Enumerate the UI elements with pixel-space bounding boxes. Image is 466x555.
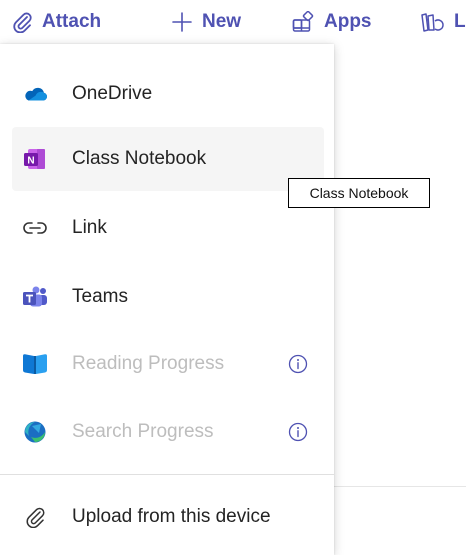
new-label: New bbox=[202, 11, 242, 32]
menu-item-link[interactable]: Link bbox=[12, 196, 324, 260]
assignment-toolbar: Attach New Apps L bbox=[0, 0, 466, 44]
background-divider bbox=[330, 486, 466, 487]
upload-from-device-button[interactable]: Upload from this device bbox=[12, 485, 324, 549]
reading-progress-icon bbox=[22, 351, 48, 377]
menu-item-reading-progress[interactable]: Reading Progress bbox=[12, 332, 324, 396]
menu-item-label: Teams bbox=[72, 286, 128, 307]
attach-button[interactable]: Attach bbox=[12, 9, 101, 35]
info-icon[interactable] bbox=[288, 422, 308, 442]
menu-item-label: OneDrive bbox=[72, 83, 153, 104]
onedrive-icon bbox=[22, 81, 48, 107]
search-progress-icon bbox=[22, 419, 48, 445]
menu-item-teams[interactable]: Teams bbox=[12, 265, 324, 329]
menu-item-label: Class Notebook bbox=[72, 148, 207, 169]
library-button[interactable]: L bbox=[420, 9, 466, 35]
attach-menu: OneDrive N Class Notebook Link Teams Rea… bbox=[0, 44, 334, 555]
library-label-truncated: L bbox=[454, 11, 466, 32]
apps-icon bbox=[292, 11, 314, 33]
paperclip-icon bbox=[12, 11, 32, 33]
menu-item-search-progress[interactable]: Search Progress bbox=[12, 400, 324, 464]
upload-label: Upload from this device bbox=[72, 506, 271, 527]
menu-item-label: Link bbox=[72, 217, 107, 238]
apps-button[interactable]: Apps bbox=[292, 9, 372, 35]
plus-icon bbox=[172, 12, 192, 32]
tooltip: Class Notebook bbox=[288, 178, 430, 208]
link-icon bbox=[22, 215, 48, 241]
menu-divider bbox=[0, 474, 334, 475]
attach-label: Attach bbox=[42, 11, 102, 32]
apps-label: Apps bbox=[324, 11, 372, 32]
menu-item-onedrive[interactable]: OneDrive bbox=[12, 62, 324, 126]
paperclip-icon bbox=[22, 504, 48, 530]
menu-item-label: Search Progress bbox=[72, 421, 214, 442]
new-button[interactable]: New bbox=[172, 9, 241, 35]
teams-icon bbox=[22, 284, 48, 310]
onenote-icon: N bbox=[22, 146, 48, 172]
menu-item-label: Reading Progress bbox=[72, 353, 225, 374]
library-icon bbox=[420, 11, 446, 33]
menu-item-class-notebook[interactable]: N Class Notebook bbox=[12, 127, 324, 191]
info-icon[interactable] bbox=[288, 354, 308, 374]
svg-text:N: N bbox=[27, 156, 34, 167]
